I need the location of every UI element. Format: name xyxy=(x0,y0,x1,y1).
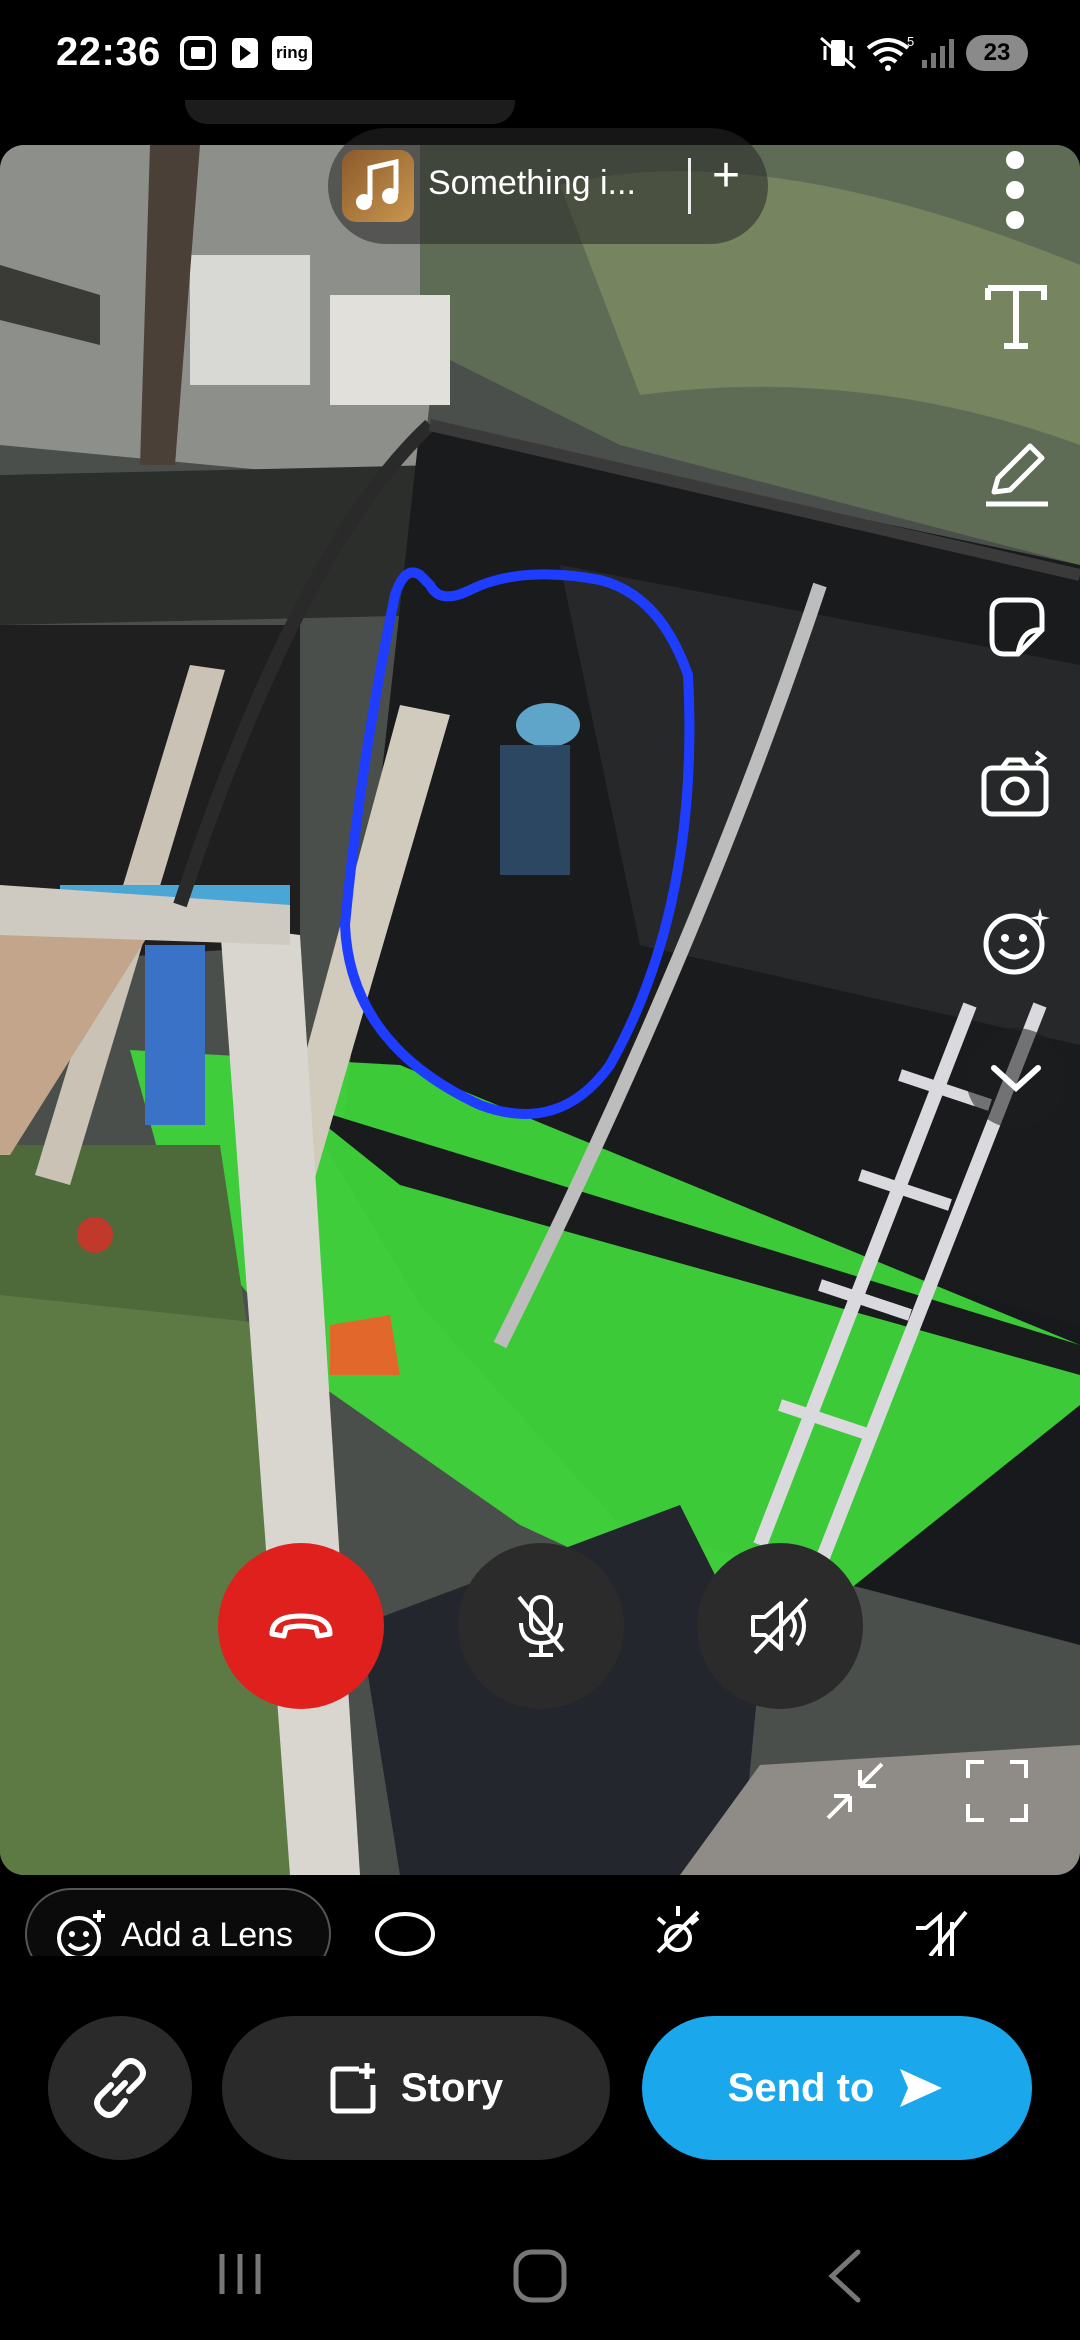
flash-off-icon[interactable] xyxy=(648,1898,708,1956)
add-music-button[interactable]: + xyxy=(712,148,740,203)
music-note-icon xyxy=(356,158,399,210)
lens-bar: Add a Lens xyxy=(0,1876,1080,1956)
mute-speaker-button[interactable] xyxy=(697,1543,863,1709)
expand-chevron-icon xyxy=(991,1065,1041,1093)
music-title: Something i... xyxy=(428,164,636,202)
drag-handle[interactable] xyxy=(185,100,515,124)
status-bar: 22:36 ring 5 23 xyxy=(0,0,1080,105)
mute-microphone-button[interactable] xyxy=(458,1543,624,1709)
back-icon[interactable] xyxy=(822,2246,868,2306)
chat-bubble-icon[interactable] xyxy=(372,1898,438,1956)
signal-icon xyxy=(922,39,954,68)
more-options-icon[interactable] xyxy=(1003,148,1027,232)
expand-tools-button[interactable] xyxy=(966,1028,1066,1128)
send-to-button[interactable]: Send to xyxy=(642,2016,1032,2160)
story-button[interactable]: Story xyxy=(222,2016,610,2160)
story-label: Story xyxy=(400,2065,504,2110)
music-thumbnail xyxy=(342,150,414,222)
battery-indicator: 23 xyxy=(966,35,1028,71)
hang-up-icon xyxy=(269,1613,333,1639)
play-store-icon xyxy=(232,38,258,68)
minimize-icon[interactable] xyxy=(820,1756,890,1826)
bottom-action-bar: Story Send to xyxy=(0,1956,1080,2160)
music-sticker[interactable]: Something i... + xyxy=(328,128,768,244)
music-divider xyxy=(688,158,691,214)
ring-app-icon: ring xyxy=(272,36,312,70)
add-lens-button[interactable]: Add a Lens xyxy=(25,1888,331,1956)
link-icon xyxy=(94,2058,146,2118)
sticker-icon xyxy=(989,597,1045,657)
speaker-off-icon xyxy=(751,1597,809,1655)
send-arrow-icon xyxy=(900,2069,943,2107)
text-tool-button[interactable] xyxy=(966,266,1066,366)
screenshot-icon xyxy=(180,36,216,70)
lens-button[interactable] xyxy=(966,892,1066,992)
end-call-button[interactable] xyxy=(218,1543,384,1709)
home-icon[interactable] xyxy=(510,2246,570,2306)
draw-tool-button[interactable] xyxy=(966,424,1066,524)
camera-flip-icon xyxy=(981,750,1049,817)
camera-flip-button[interactable] xyxy=(966,736,1066,836)
draw-icon xyxy=(986,443,1048,507)
sticker-tool-button[interactable] xyxy=(966,578,1066,678)
lens-icon xyxy=(983,908,1050,975)
recent-apps-icon[interactable] xyxy=(212,2246,268,2302)
add-lens-label: Add a Lens xyxy=(121,1916,294,1954)
clock: 22:36 xyxy=(56,30,161,74)
share-link-button[interactable] xyxy=(48,2016,192,2160)
add-lens-icon xyxy=(57,1910,105,1956)
add-story-icon xyxy=(330,2063,376,2114)
svg-text:5: 5 xyxy=(907,34,914,49)
send-to-label: Send to xyxy=(727,2065,875,2110)
vibrate-mute-icon xyxy=(820,36,856,70)
fullscreen-icon[interactable] xyxy=(962,1756,1032,1826)
microphone-off-icon xyxy=(517,1595,565,1657)
system-navigation-bar xyxy=(0,2210,1080,2340)
wifi-icon: 5 xyxy=(866,34,914,71)
volume-off-icon[interactable] xyxy=(910,1898,976,1956)
text-icon xyxy=(985,285,1047,349)
